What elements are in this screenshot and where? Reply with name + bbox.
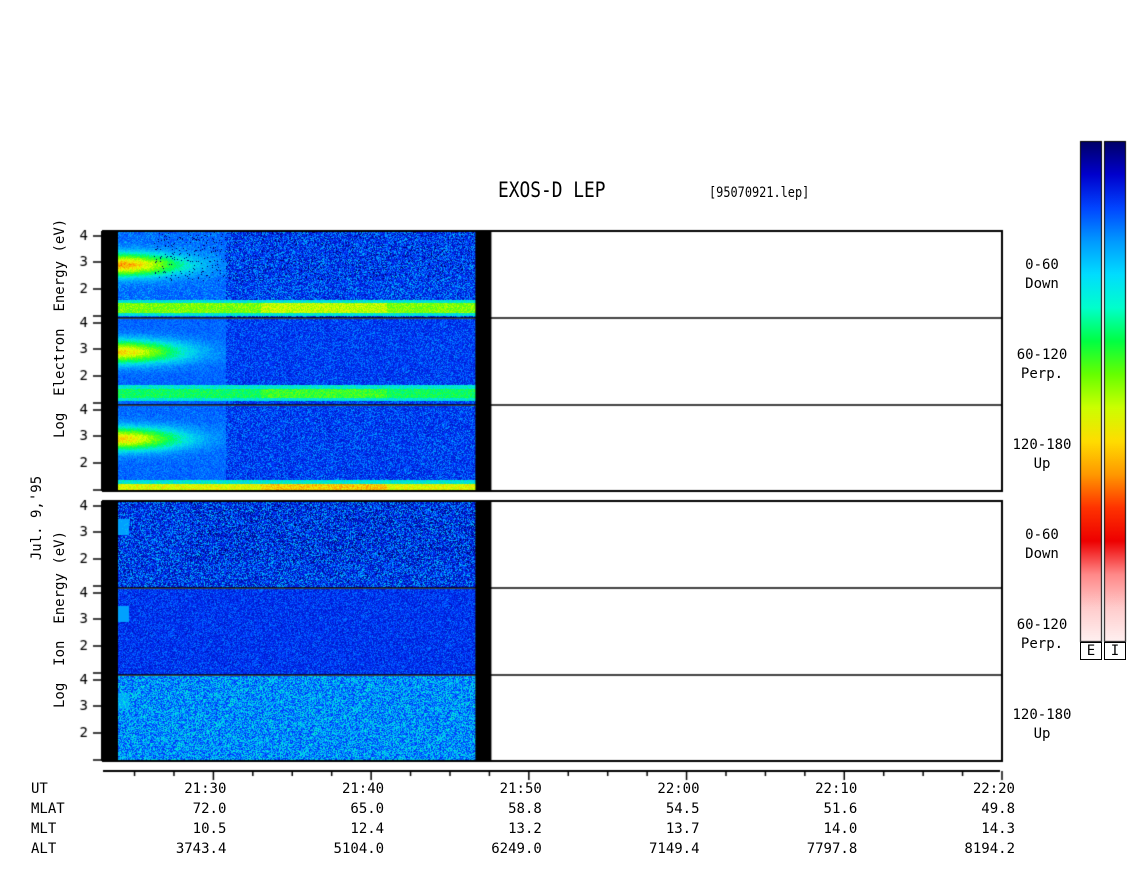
colorbar-electron-label: E <box>1080 642 1102 660</box>
row-value: 13.2 <box>508 821 542 837</box>
date-label: Jul. 9,'95 <box>29 475 45 561</box>
page-title: EXOS-D LEP <box>498 178 606 202</box>
row-value: 14.0 <box>823 821 858 837</box>
panel-label-i-up: 120-180 Up <box>1012 707 1072 742</box>
row-value: 21:50 <box>499 781 542 797</box>
row-value: 51.6 <box>823 801 858 817</box>
panel-label-e-perp: 60-120 Perp. <box>1016 347 1068 382</box>
row-value: 8194.2 <box>964 841 1015 857</box>
ion-axis-label: Log Ion Energy (eV) <box>52 530 68 708</box>
row-label-mlat: MLAT <box>31 801 65 817</box>
row-value: 65.0 <box>350 801 385 817</box>
panel-label-i-down: 0-60 Down <box>1025 527 1059 562</box>
row-value: 6249.0 <box>491 841 542 857</box>
row-value: 58.8 <box>508 801 542 817</box>
row-label-ut: UT <box>31 781 48 797</box>
row-value: 22:10 <box>815 781 858 797</box>
row-value: 5104.0 <box>333 841 385 857</box>
row-value: 14.3 <box>981 821 1015 837</box>
row-value: 10.5 <box>192 821 227 837</box>
row-value: 21:40 <box>341 781 385 797</box>
spectrogram-canvas <box>0 0 1130 875</box>
row-value: 13.7 <box>665 821 700 837</box>
row-value: 12.4 <box>350 821 385 837</box>
row-value: 54.5 <box>665 801 700 817</box>
row-value: 22:00 <box>657 781 700 797</box>
electron-axis-label: Log Electron Energy (eV) <box>52 218 68 438</box>
row-value: 3743.4 <box>175 841 227 857</box>
row-value: 7149.4 <box>648 841 700 857</box>
colorbar-ion-label: I <box>1104 642 1126 660</box>
panel-label-e-up: 120-180 Up <box>1012 437 1072 472</box>
row-value: 21:30 <box>184 781 227 797</box>
row-label-mlt: MLT <box>31 821 57 837</box>
row-label-alt: ALT <box>31 841 57 857</box>
panel-label-e-down: 0-60 Down <box>1025 257 1059 292</box>
row-value: 49.8 <box>981 801 1015 817</box>
row-value: 7797.8 <box>806 841 858 857</box>
row-value: 72.0 <box>192 801 227 817</box>
row-value: 22:20 <box>972 781 1015 797</box>
file-name: [95070921.lep] <box>709 185 810 201</box>
panel-label-i-perp: 60-120 Perp. <box>1016 617 1068 652</box>
